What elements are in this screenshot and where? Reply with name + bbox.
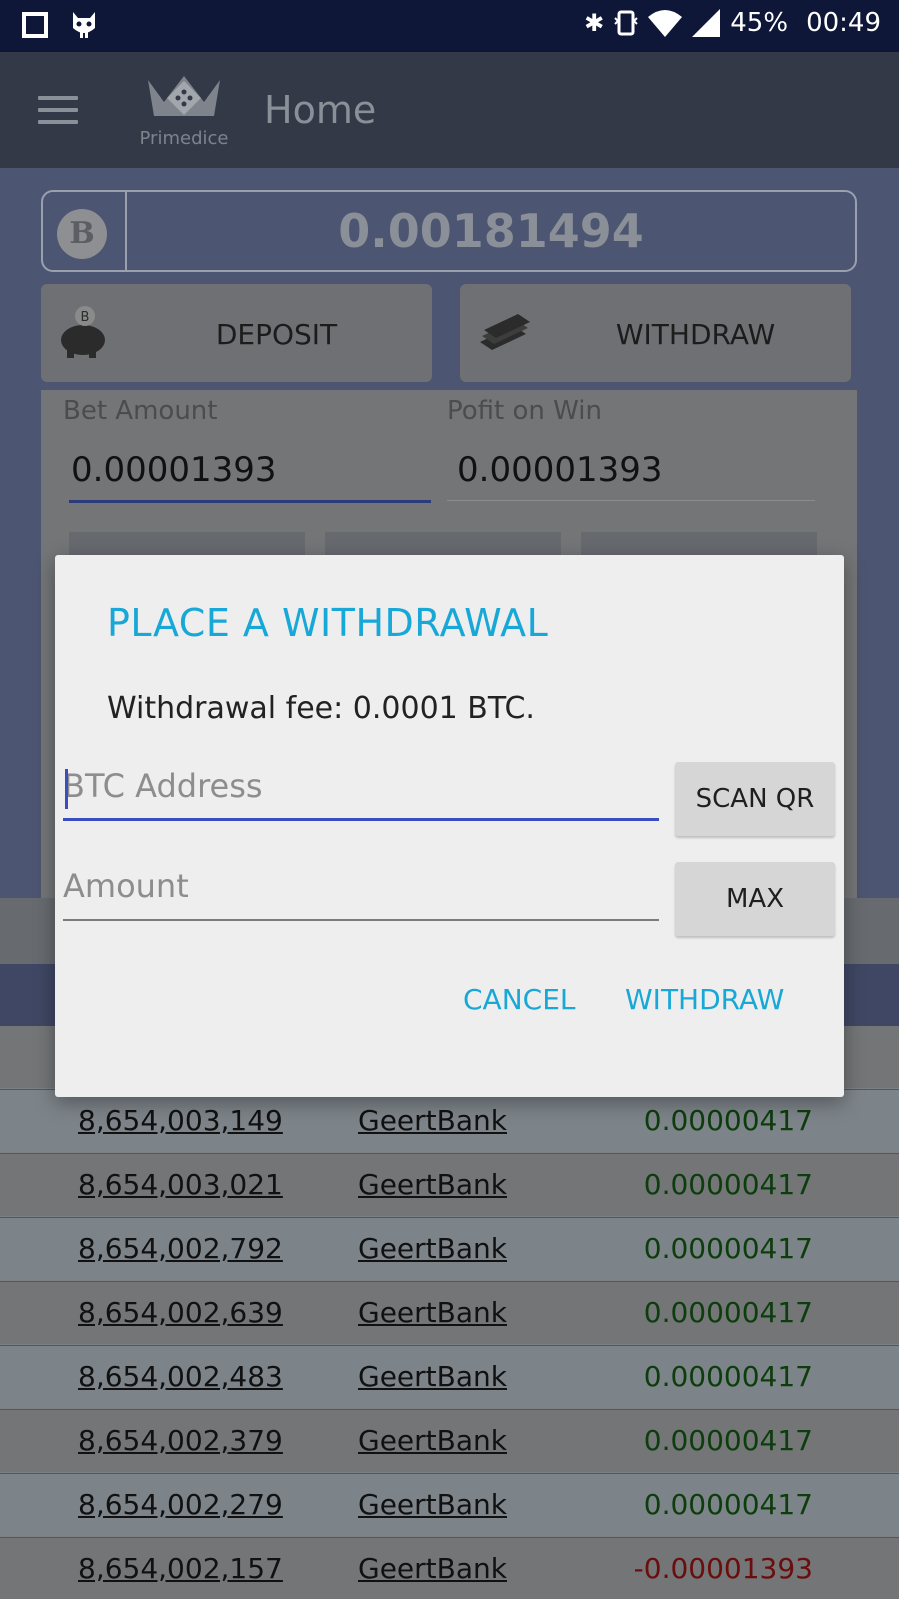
btc-address-field[interactable] (63, 755, 659, 821)
bet-id-link[interactable]: 8,654,002,483 (78, 1360, 283, 1393)
wifi-icon (648, 10, 683, 37)
bet-profit: 0.00000417 (643, 1168, 813, 1201)
bet-id-link[interactable]: 8,654,002,639 (78, 1296, 283, 1329)
amount-input[interactable] (63, 855, 659, 917)
primedice-logo: Primedice (134, 72, 234, 152)
page-title: Home (264, 88, 377, 132)
bet-user-link[interactable]: GeertBank (358, 1488, 507, 1521)
bet-row: 8,654,002,157 GeertBank -0.00001393 (0, 1538, 899, 1599)
battery-percent: 45% (730, 8, 789, 38)
bet-profit: 0.00000417 (643, 1424, 813, 1457)
bet-id-link[interactable]: 8,654,003,021 (78, 1168, 283, 1201)
bet-row: 8,654,002,483 GeertBank 0.00000417 (0, 1346, 899, 1409)
profit-input[interactable]: 0.00001393 (457, 450, 663, 490)
bet-user-link[interactable]: GeertBank (358, 1296, 507, 1329)
bet-row: 8,654,003,149 GeertBank 0.00000417 (0, 1090, 899, 1153)
hamburger-icon[interactable] (38, 96, 78, 124)
crown-dice-icon (148, 76, 220, 116)
bet-id-link[interactable]: 8,654,002,379 (78, 1424, 283, 1457)
vibrate-icon (614, 10, 638, 36)
bet-id-link[interactable]: 8,654,002,279 (78, 1488, 283, 1521)
bet-user-link[interactable]: GeertBank (358, 1552, 507, 1585)
bet-profit: 0.00000417 (643, 1488, 813, 1521)
bluetooth-icon: ✱ (584, 9, 605, 37)
bet-row: 8,654,002,379 GeertBank 0.00000417 (0, 1410, 899, 1473)
bet-profit: -0.00001393 (633, 1552, 813, 1585)
bet-profit: 0.00000417 (643, 1296, 813, 1329)
bet-row: 8,654,002,792 GeertBank 0.00000417 (0, 1218, 899, 1281)
withdrawal-dialog: PLACE A WITHDRAWAL Withdrawal fee: 0.000… (55, 555, 844, 1097)
balance-display: B 0.00181494 (41, 190, 857, 272)
app-bar: Primedice Home (0, 52, 899, 168)
withdraw-label: WITHDRAW (615, 318, 776, 351)
amount-field[interactable] (63, 855, 659, 921)
bet-user-link[interactable]: GeertBank (358, 1232, 507, 1265)
bet-profit: 0.00000417 (643, 1232, 813, 1265)
bet-row: 8,654,002,279 GeertBank 0.00000417 (0, 1474, 899, 1537)
btc-address-input[interactable] (63, 755, 659, 817)
bitcoin-coin-icon: B (57, 209, 107, 259)
logo-text: Primedice (139, 128, 229, 149)
bet-id-link[interactable]: 8,654,002,157 (78, 1552, 283, 1585)
clock: 00:49 (806, 8, 881, 38)
bet-user-link[interactable]: GeertBank (358, 1360, 507, 1393)
withdraw-button[interactable]: WITHDRAW (460, 284, 851, 382)
bet-amount-input[interactable]: 0.00001393 (71, 450, 277, 490)
cancel-button[interactable]: CANCEL (463, 983, 576, 1016)
bet-id-link[interactable]: 8,654,003,149 (78, 1104, 283, 1137)
bet-user-link[interactable]: GeertBank (358, 1104, 507, 1137)
scan-qr-button[interactable]: SCAN QR (675, 762, 835, 836)
bet-user-link[interactable]: GeertBank (358, 1424, 507, 1457)
bet-user-link[interactable]: GeertBank (358, 1168, 507, 1201)
balance-value: 0.00181494 (338, 204, 644, 258)
bet-row: 8,654,002,639 GeertBank 0.00000417 (0, 1282, 899, 1345)
square-notification-icon (22, 12, 48, 38)
bet-id-link[interactable]: 8,654,002,792 (78, 1232, 283, 1265)
signal-icon (692, 9, 721, 37)
bet-row: 8,654,003,021 GeertBank 0.00000417 (0, 1154, 899, 1217)
profit-label: Pofit on Win (447, 396, 602, 426)
amount-underline (63, 919, 659, 921)
max-button[interactable]: MAX (675, 862, 835, 936)
bet-amount-label: Bet Amount (63, 396, 218, 426)
deposit-button[interactable]: B DEPOSIT (41, 284, 432, 382)
cyanogen-mascot-icon (73, 12, 95, 38)
confirm-withdraw-button[interactable]: WITHDRAW (625, 983, 784, 1016)
status-bar: ✱ 45% 00:49 (0, 0, 899, 52)
withdrawal-fee-text: Withdrawal fee: 0.0001 BTC. (107, 691, 535, 726)
address-underline (63, 818, 659, 821)
dialog-title: PLACE A WITHDRAWAL (107, 601, 549, 645)
deposit-label: DEPOSIT (215, 318, 338, 351)
text-caret (65, 769, 68, 809)
bet-profit: 0.00000417 (643, 1104, 813, 1137)
bet-profit: 0.00000417 (643, 1360, 813, 1393)
